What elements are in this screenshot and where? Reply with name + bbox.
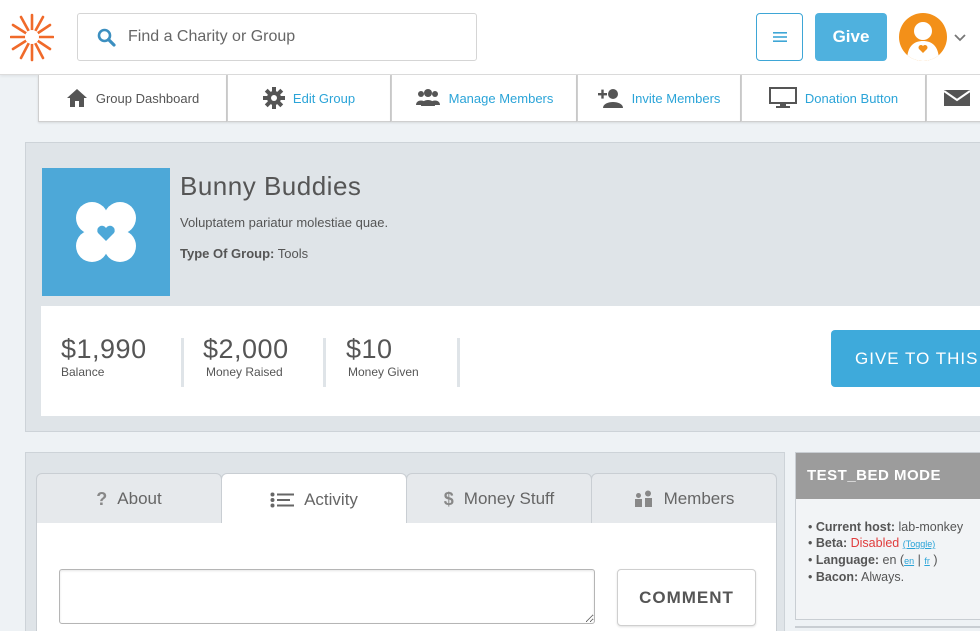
stat-money-raised: $2,000 Money Raised	[203, 334, 289, 379]
stats-bar: $1,990 Balance $2,000 Money Raised $10 M…	[41, 306, 980, 416]
give-to-this-button[interactable]: GIVE TO THIS	[831, 330, 980, 387]
group-description: Voluptatem pariatur molestiae quae.	[180, 215, 389, 230]
divider	[457, 338, 460, 387]
logo-icon[interactable]	[9, 12, 55, 62]
tab-label: Activity	[304, 489, 358, 509]
bacon-value: Always.	[861, 570, 905, 584]
group-type-value: Tools	[277, 246, 309, 261]
lang-close: )	[933, 553, 938, 567]
top-header: Give	[0, 0, 980, 75]
activity-panel: COMMENT	[36, 523, 777, 631]
search-box[interactable]	[77, 13, 477, 61]
language-label: Language:	[815, 553, 880, 567]
stat-amount: $2,000	[203, 334, 289, 364]
tab-edit-group[interactable]: Edit Group	[227, 75, 391, 122]
chevron-down-icon[interactable]	[953, 30, 967, 42]
tab-activity[interactable]: Activity	[221, 473, 407, 525]
tab-label: Members	[663, 489, 735, 508]
divider	[795, 626, 980, 631]
stat-money-given: $10 Money Given	[346, 334, 419, 379]
comment-button[interactable]: COMMENT	[617, 569, 756, 626]
avatar[interactable]	[899, 13, 947, 61]
beta-label: Beta:	[815, 536, 848, 550]
test-bed-panel: TEST_BED MODE • Current host: lab-monkey…	[795, 452, 980, 620]
host-label: Current host:	[815, 520, 896, 534]
group-nav: Group Dashboard Edit Group Manage Member…	[38, 75, 980, 122]
search-icon	[96, 27, 118, 49]
list-item: • Bacon: Always.	[808, 570, 905, 584]
test-bed-list: • Current host: lab-monkey • Beta: Disab…	[796, 499, 980, 585]
language-value: en (	[882, 553, 905, 567]
tab-label: Money Stuff	[463, 489, 555, 508]
tab-label: Invite Members	[631, 90, 721, 106]
tab-invite-members[interactable]: Invite Members	[577, 75, 741, 122]
stat-amount: $1,990	[61, 334, 147, 364]
host-value: lab-monkey	[898, 520, 964, 534]
add-user-icon	[597, 89, 623, 108]
group-type: Type Of Group: Tools	[180, 246, 308, 261]
tab-manage-members[interactable]: Manage Members	[391, 75, 577, 122]
tab-label: About	[117, 489, 162, 508]
monitor-icon	[768, 87, 797, 108]
list-item: • Language: en (en | fr )	[808, 553, 938, 567]
gear-icon	[262, 87, 285, 109]
tab-group-dashboard[interactable]: Group Dashboard	[38, 75, 227, 122]
content-tabs: ? About Activity $ Money Stuff Members	[36, 473, 778, 525]
comment-input[interactable]	[59, 569, 595, 624]
stat-balance: $1,990 Balance	[61, 334, 147, 379]
lang-separator: |	[917, 553, 921, 567]
beta-value: Disabled	[850, 536, 900, 550]
question-icon: ?	[96, 488, 108, 509]
menu-button[interactable]	[756, 13, 803, 61]
group-logo	[42, 168, 170, 296]
dollar-icon: $	[443, 488, 454, 509]
envelope-icon	[943, 90, 971, 106]
lang-en-link[interactable]: en	[904, 556, 914, 566]
house-icon	[66, 89, 87, 107]
stat-label: Money Given	[348, 365, 419, 379]
stat-label: Balance	[61, 365, 105, 379]
tab-donation-button[interactable]: Donation Button	[741, 75, 926, 122]
clover-heart-icon	[76, 202, 136, 262]
tab-label: Manage Members	[448, 90, 554, 106]
give-button[interactable]: Give	[815, 13, 887, 61]
members-icon	[634, 490, 652, 507]
group-type-label: Type Of Group:	[180, 246, 275, 261]
search-input[interactable]	[128, 22, 458, 52]
stat-label: Money Raised	[206, 365, 283, 379]
bacon-label: Bacon:	[815, 570, 859, 584]
list-item: • Current host: lab-monkey	[808, 520, 964, 534]
people-icon	[415, 89, 440, 106]
user-avatar-icon	[907, 22, 939, 61]
group-name: Bunny Buddies	[180, 171, 362, 201]
list-icon	[270, 492, 295, 507]
tab-members[interactable]: Members	[591, 473, 777, 524]
tab-money-stuff[interactable]: $ Money Stuff	[406, 473, 592, 524]
tab-label: Edit Group	[292, 90, 356, 106]
lang-fr-link[interactable]: fr	[924, 556, 930, 566]
tab-about[interactable]: ? About	[36, 473, 222, 524]
test-bed-title: TEST_BED MODE	[796, 453, 980, 499]
tab-label: Group Dashboard	[95, 90, 200, 106]
divider	[323, 338, 326, 387]
tab-label: Donation Button	[804, 90, 899, 106]
beta-toggle-link[interactable]: (Toggle)	[903, 539, 936, 549]
list-item: • Beta: Disabled (Toggle)	[808, 536, 936, 550]
content-panel: ? About Activity $ Money Stuff Members C…	[25, 452, 785, 631]
tab-message[interactable]	[926, 75, 980, 122]
divider	[181, 338, 184, 387]
hamburger-icon	[772, 32, 787, 42]
group-panel: Bunny Buddies Voluptatem pariatur molest…	[25, 142, 980, 432]
stat-amount: $10	[346, 334, 393, 364]
